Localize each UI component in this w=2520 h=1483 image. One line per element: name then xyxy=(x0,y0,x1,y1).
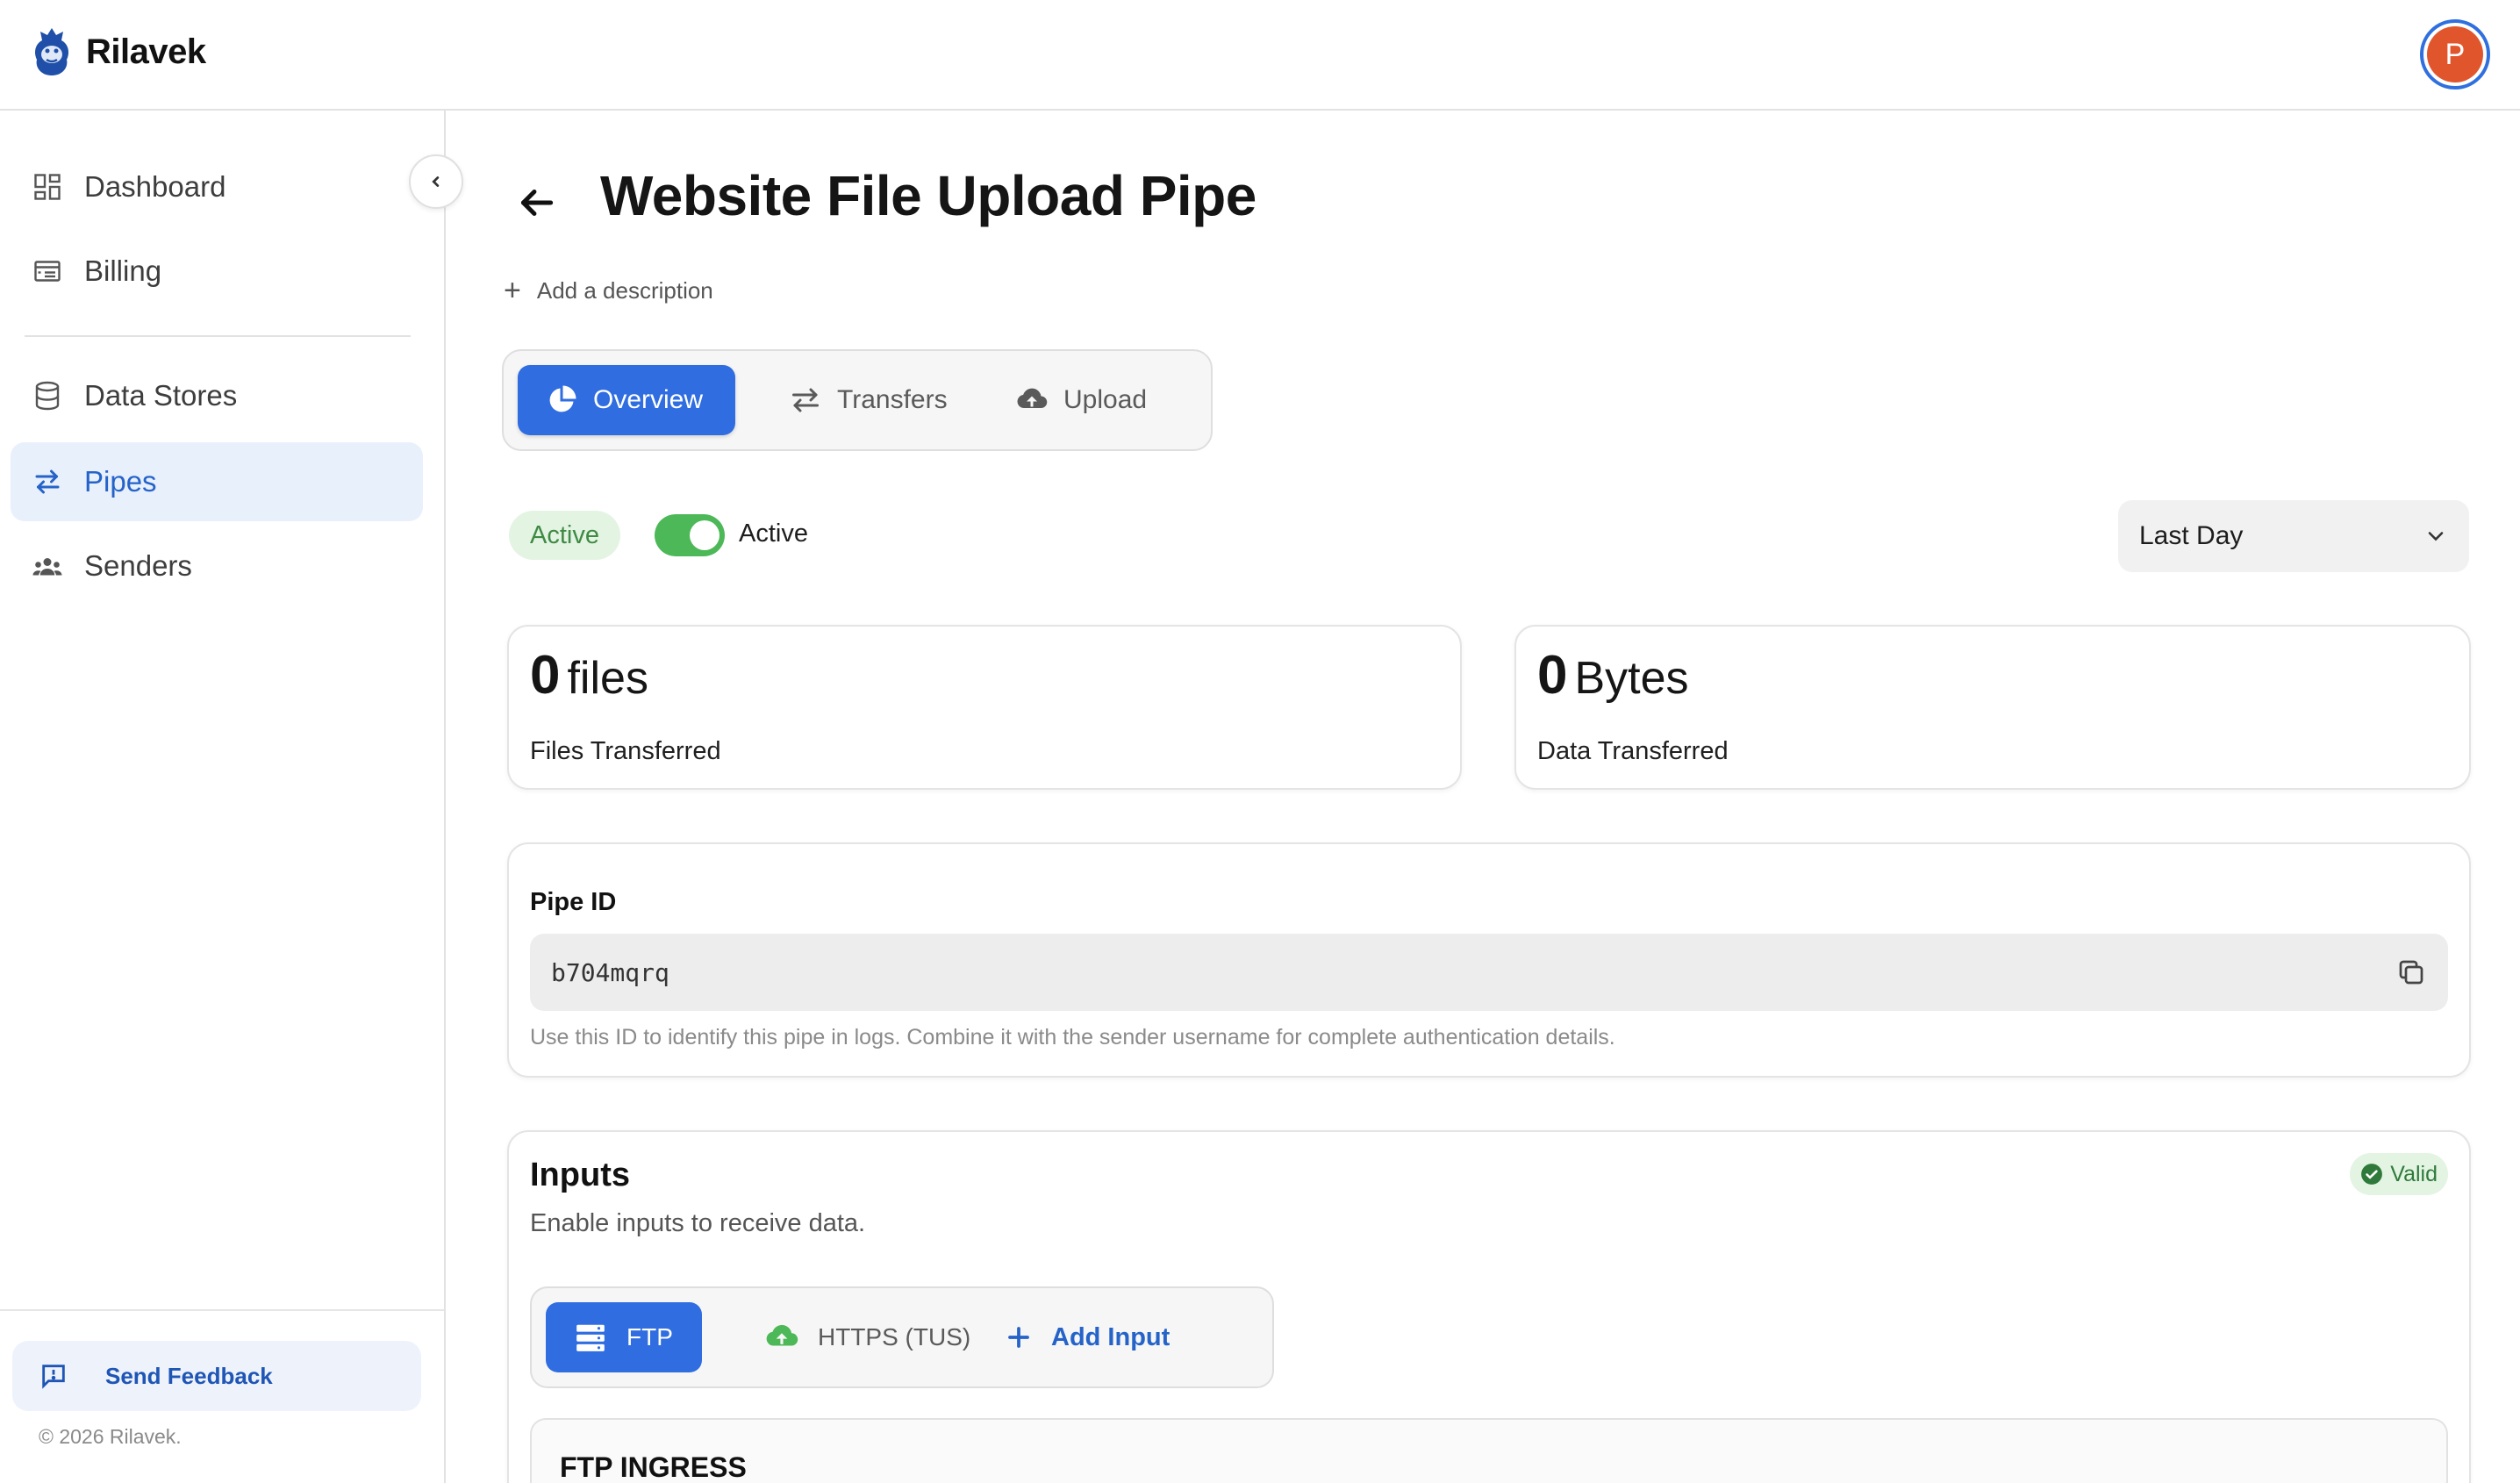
ftp-ingress-panel: FTP INGRESS xyxy=(530,1418,2448,1483)
files-count: 0 xyxy=(530,645,561,706)
pipe-id-title: Pipe ID xyxy=(530,888,617,916)
sidebar-item-label: Senders xyxy=(84,549,192,582)
senders-icon xyxy=(32,558,62,576)
sidebar-item-data-stores[interactable]: Data Stores xyxy=(11,356,423,435)
server-icon xyxy=(576,1324,605,1351)
tab-label: Overview xyxy=(593,385,704,414)
dashboard-icon xyxy=(34,174,61,200)
tab-ftp[interactable]: FTP xyxy=(546,1302,702,1372)
toggle-label: Active xyxy=(739,519,808,548)
period-select-value: Last Day xyxy=(2139,521,2244,550)
inputs-title: Inputs xyxy=(530,1157,630,1193)
plus-icon: + xyxy=(504,274,521,307)
ftp-ingress-title: FTP INGRESS xyxy=(560,1451,747,1483)
bytes-count: 0 xyxy=(1537,645,1568,706)
tab-label: Transfers xyxy=(837,385,948,414)
pie-chart-icon xyxy=(549,385,576,412)
add-description-label: Add a description xyxy=(536,276,713,304)
page-tabs: Overview Transfers Upload xyxy=(502,349,1213,451)
bytes-stat-value: 0 Bytes xyxy=(1537,644,1689,706)
tab-label: FTP xyxy=(626,1323,673,1350)
add-input-button[interactable]: Add Input xyxy=(977,1302,1198,1372)
sidebar-item-pipes[interactable]: Pipes xyxy=(11,442,423,521)
sidebar-item-label: Dashboard xyxy=(84,170,226,203)
tab-label: HTTPS (TUS) xyxy=(818,1323,971,1350)
inputs-subtitle: Enable inputs to receive data. xyxy=(530,1209,866,1237)
back-arrow-icon[interactable] xyxy=(514,181,558,225)
cloud-upload-icon xyxy=(1017,388,1048,408)
brand[interactable]: Rilavek xyxy=(30,25,206,79)
transfer-icon xyxy=(792,388,819,412)
files-unit: files xyxy=(567,653,648,704)
nav-divider xyxy=(25,335,411,337)
tab-overview[interactable]: Overview xyxy=(518,365,735,435)
bytes-stat-card: 0 Bytes Data Transferred xyxy=(1514,625,2471,790)
sidebar-item-dashboard[interactable]: Dashboard xyxy=(11,147,423,226)
pipes-icon xyxy=(35,469,60,494)
tab-https-tus[interactable]: HTTPS (TUS) xyxy=(737,1302,999,1372)
sidebar-item-billing[interactable]: Billing xyxy=(11,232,423,311)
pipe-id-field[interactable]: b704mqrq xyxy=(530,934,2448,1011)
send-feedback-button[interactable]: Send Feedback xyxy=(12,1341,421,1411)
avatar-initial: P xyxy=(2427,26,2483,82)
brand-name: Rilavek xyxy=(86,32,206,71)
sidebar: Dashboard Billing Data Stores Pipes Send… xyxy=(0,111,446,1483)
status-badge: Active xyxy=(509,511,620,560)
plus-icon xyxy=(1008,1327,1029,1348)
sidebar-footer-divider xyxy=(0,1309,444,1311)
sidebar-item-label: Billing xyxy=(84,254,162,287)
input-tabs: FTP HTTPS (TUS) Add Input xyxy=(530,1286,1274,1388)
send-feedback-label: Send Feedback xyxy=(105,1362,273,1389)
database-icon xyxy=(35,381,60,411)
tab-transfers[interactable]: Transfers xyxy=(762,365,976,435)
collapse-sidebar-button[interactable] xyxy=(409,154,463,209)
toggle-knob xyxy=(690,520,719,550)
bytes-stat-label: Data Transferred xyxy=(1537,737,1729,765)
chevron-left-icon xyxy=(432,176,440,187)
feedback-icon xyxy=(42,1365,65,1389)
sidebar-item-senders[interactable]: Senders xyxy=(11,527,423,605)
billing-icon xyxy=(34,261,61,282)
sidebar-item-label: Pipes xyxy=(84,465,157,498)
files-stat-card: 0 files Files Transferred xyxy=(507,625,1462,790)
pipe-id-value: b704mqrq xyxy=(551,957,669,987)
inputs-card: Inputs Enable inputs to receive data. Va… xyxy=(507,1130,2471,1483)
add-description-button[interactable]: + Add a description xyxy=(504,276,713,305)
top-bar: Rilavek P xyxy=(0,0,2520,111)
files-stat-value: 0 files xyxy=(530,644,648,706)
chevron-down-icon xyxy=(2428,532,2444,541)
gorilla-logo-icon xyxy=(35,28,68,75)
user-avatar[interactable]: P xyxy=(2420,19,2490,90)
copy-icon[interactable] xyxy=(2395,956,2427,988)
bytes-unit: Bytes xyxy=(1574,653,1689,704)
files-stat-label: Files Transferred xyxy=(530,737,721,765)
sidebar-item-label: Data Stores xyxy=(84,379,238,412)
pipe-id-card: Pipe ID b704mqrq Use this ID to identify… xyxy=(507,842,2471,1078)
period-select[interactable]: Last Day xyxy=(2118,500,2469,572)
tab-upload[interactable]: Upload xyxy=(988,365,1175,435)
copyright: © 2026 Rilavek. xyxy=(39,1425,182,1448)
valid-label: Valid xyxy=(2390,1161,2438,1186)
page-title: Website File Upload Pipe xyxy=(600,164,1256,227)
pipe-id-help: Use this ID to identify this pipe in log… xyxy=(530,1025,1615,1050)
cloud-upload-icon xyxy=(766,1324,798,1346)
active-toggle[interactable] xyxy=(655,514,725,556)
check-circle-icon xyxy=(2361,1164,2383,1185)
add-input-label: Add Input xyxy=(1051,1322,1171,1351)
valid-badge: Valid xyxy=(2350,1153,2448,1195)
tab-label: Upload xyxy=(1063,385,1148,414)
